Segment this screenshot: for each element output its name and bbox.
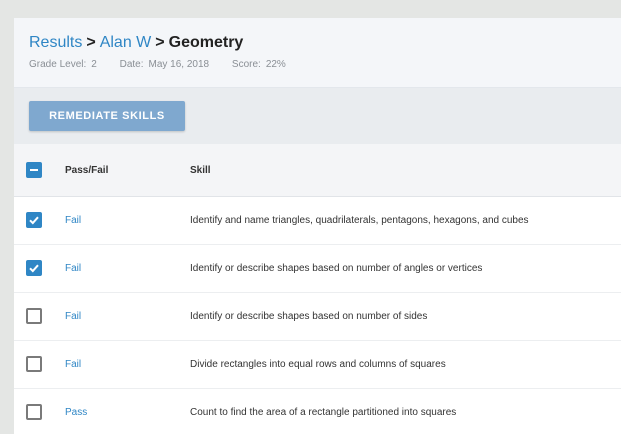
date-value: May 16, 2018 [148,59,210,70]
date-label: Date: [119,59,144,70]
grade-level: Grade Level: 2 [29,59,97,70]
results-panel: Results > Alan W > Geometry Grade Level: 2 Da… [14,18,621,434]
page-header: Results > Alan W > Geometry Grade Level: 2 Da… [14,18,621,88]
score-value: 22% [265,59,286,70]
row-checkbox[interactable] [26,212,42,228]
pass-fail-link[interactable]: Fail [65,263,81,274]
column-header-skill[interactable]: Skill [190,165,211,176]
table-row: Pass Count to find the area of a rectang… [14,389,621,434]
toolbar: REMEDIATE SKILLS [14,88,621,144]
skill-text: Identify or describe shapes based on num… [190,311,428,322]
checkmark-icon [29,264,39,273]
table-row: Fail Identify and name triangles, quadri… [14,197,621,245]
row-checkbox[interactable] [26,356,42,372]
skill-text: Identify or describe shapes based on num… [190,263,483,274]
grade-level-value: 2 [91,59,97,70]
minus-icon [30,169,38,171]
table-header: Pass/Fail Skill [14,144,621,197]
breadcrumb-results-link[interactable]: Results [29,34,82,51]
row-checkbox[interactable] [26,260,42,276]
pass-fail-link[interactable]: Fail [65,311,81,322]
skill-text: Identify and name triangles, quadrilater… [190,215,529,226]
result-meta: Grade Level: 2 Date: May 16, 2018 Score: 22… [29,59,306,70]
skill-text: Divide rectangles into equal rows and co… [190,359,446,370]
table-row: Fail Identify or describe shapes based o… [14,293,621,341]
select-all-checkbox[interactable] [26,162,42,178]
row-checkbox[interactable] [26,308,42,324]
table-row: Fail Identify or describe shapes based o… [14,245,621,293]
breadcrumb-separator: > [86,34,96,51]
test-date: Date: May 16, 2018 [120,59,210,70]
breadcrumb: Results > Alan W > Geometry [29,34,243,52]
breadcrumb-current: Geometry [168,34,244,51]
remediate-skills-button[interactable]: REMEDIATE SKILLS [29,101,185,131]
checkmark-icon [29,216,39,225]
pass-fail-link[interactable]: Pass [65,407,87,418]
breadcrumb-student-link[interactable]: Alan W [100,34,152,51]
pass-fail-link[interactable]: Fail [65,215,81,226]
column-header-pass-fail[interactable]: Pass/Fail [65,165,108,176]
score: Score: 22% [232,59,286,70]
skill-text: Count to find the area of a rectangle pa… [190,407,457,418]
breadcrumb-separator: > [155,34,165,51]
score-label: Score: [231,59,261,70]
table-row: Fail Divide rectangles into equal rows a… [14,341,621,389]
grade-level-label: Grade Level: [29,59,87,70]
pass-fail-link[interactable]: Fail [65,359,81,370]
row-checkbox[interactable] [26,404,42,420]
